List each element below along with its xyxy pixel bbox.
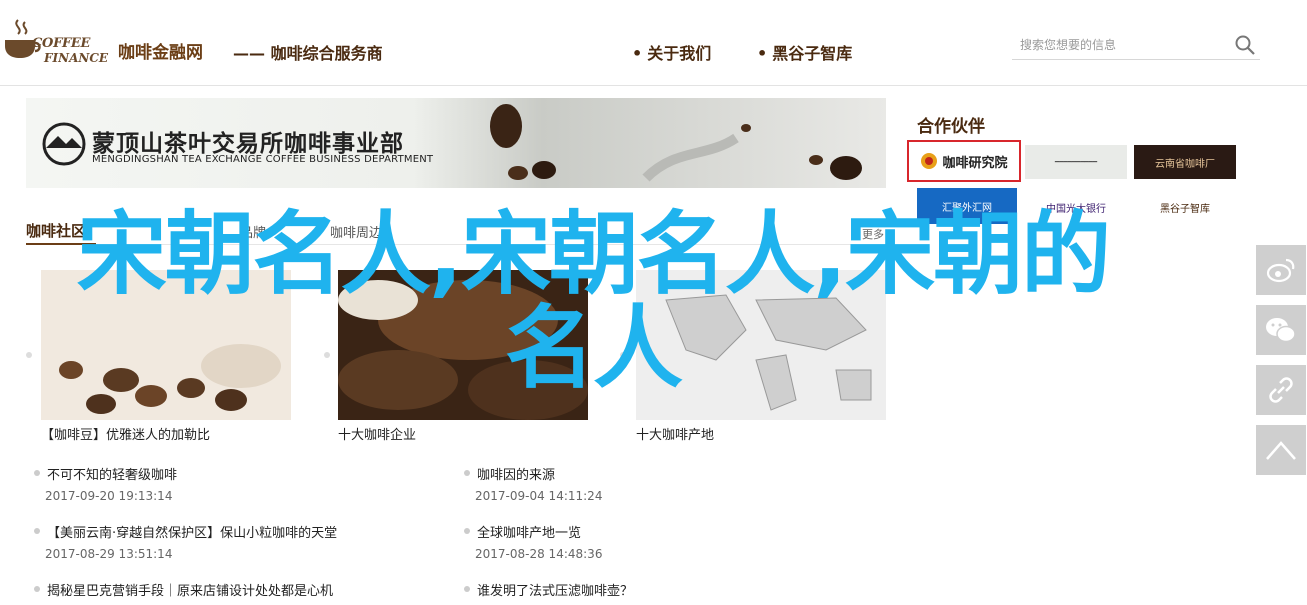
search-box [1012, 30, 1260, 60]
coffee-institute-logo-icon [921, 153, 938, 169]
card-caption[interactable]: 十大咖啡产地 [636, 424, 714, 443]
back-to-top-icon [1266, 441, 1296, 460]
list-item[interactable]: 揭秘星巴克营销手段｜原来店铺设计处处都是心机 [33, 580, 333, 599]
list-item[interactable]: 【美丽云南·穿越自然保护区】保山小粒咖啡的天堂 [33, 522, 337, 541]
wechat-icon [1266, 318, 1296, 343]
partner-label: 云南省咖啡厂 [1155, 158, 1215, 170]
list-item[interactable]: 全球咖啡产地一览 [463, 522, 581, 541]
mountain-logo-icon [42, 122, 86, 166]
partner-label: 黑谷子智库 [1160, 203, 1210, 215]
partner-yunnan-coffee[interactable]: 云南省咖啡厂 [1134, 145, 1236, 179]
partner-coffee-institute[interactable]: 咖啡研究院 [907, 140, 1021, 182]
site-title[interactable]: 咖啡金融网 [118, 38, 203, 63]
exchange-banner[interactable]: 蒙顶山茶叶交易所咖啡事业部 MENGDINGSHAN TEA EXCHANGE … [26, 98, 886, 188]
search-icon[interactable] [1234, 34, 1256, 56]
list-item[interactable]: 谁发明了法式压滤咖啡壶？ [463, 580, 633, 599]
nav-think-tank[interactable]: 黑谷子智库 [757, 40, 852, 64]
carousel-dot[interactable] [26, 352, 32, 358]
card-caption[interactable]: 【咖啡豆】优雅迷人的加勒比 [41, 424, 210, 443]
logo-text-coffee: COFFEE [32, 36, 91, 51]
link-icon [1269, 377, 1293, 403]
list-date: 2017-09-20 19:13:14 [45, 489, 173, 503]
logo-text-finance: FINANCE [44, 51, 109, 65]
partners-title: 合作伙伴 [917, 117, 985, 137]
partner-banner-mini[interactable]: ━━━━━━━━━━ [1025, 145, 1127, 179]
share-link[interactable] [1256, 365, 1306, 415]
page: COFFEE FINANCE 咖啡金融网 —— 咖啡综合服务商 关于我们 黑谷子… [0, 0, 1307, 605]
weibo-icon [1266, 258, 1295, 283]
partner-think-tank[interactable]: 黑谷子智库 [1134, 190, 1236, 224]
list-date: 2017-08-29 13:51:14 [45, 547, 173, 561]
site-logo[interactable]: COFFEE FINANCE [2, 14, 114, 70]
overlay-headline: 宋朝名人,宋朝名人,宋朝的名人 [76, 202, 1111, 401]
list-item[interactable]: 不可不知的轻奢级咖啡 [33, 464, 177, 483]
list-date: 2017-09-04 14:11:24 [475, 489, 603, 503]
site-subtitle: —— 咖啡综合服务商 [233, 44, 383, 63]
share-wechat[interactable] [1256, 305, 1306, 355]
list-date: 2017-08-28 14:48:36 [475, 547, 603, 561]
nav-about-us[interactable]: 关于我们 [632, 40, 711, 64]
coffee-beans-decoration [490, 104, 862, 182]
search-input[interactable] [1020, 35, 1230, 55]
partner-label: 咖啡研究院 [942, 155, 1008, 171]
banner-subtitle: MENGDINGSHAN TEA EXCHANGE COFFEE BUSINES… [92, 154, 434, 165]
list-item[interactable]: 咖啡因的来源 [463, 464, 555, 483]
banner-title: 蒙顶山茶叶交易所咖啡事业部 [92, 131, 404, 157]
back-to-top[interactable] [1256, 425, 1306, 475]
card-caption[interactable]: 十大咖啡企业 [338, 424, 416, 443]
partner-mini-label: ━━━━━━━━━━ [1054, 158, 1098, 166]
site-header: COFFEE FINANCE 咖啡金融网 —— 咖啡综合服务商 关于我们 黑谷子… [0, 0, 1307, 86]
share-weibo[interactable] [1256, 245, 1306, 295]
